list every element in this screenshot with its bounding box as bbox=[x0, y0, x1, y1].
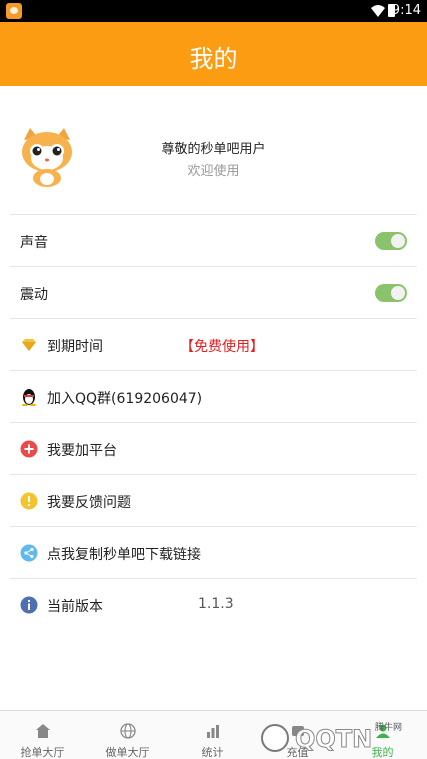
settings-menu: 声音 震动 到期时间 【免费使用】 加入QQ群(619206047) 我要加平台 bbox=[10, 214, 417, 630]
version-value: 1.1.3 bbox=[198, 596, 234, 612]
info-circle-icon bbox=[20, 596, 38, 614]
tab-label: 统计 bbox=[201, 746, 224, 759]
qq-group-label: 加入QQ群(619206047) bbox=[47, 391, 203, 407]
qq-group-row[interactable]: 加入QQ群(619206047) bbox=[10, 370, 417, 422]
vibrate-row: 震动 bbox=[10, 266, 417, 318]
bar-chart-icon bbox=[207, 725, 219, 738]
toggle-knob bbox=[391, 234, 405, 248]
expire-label: 到期时间 bbox=[47, 339, 103, 355]
page-title: 我的 bbox=[189, 45, 238, 73]
tab-do-orders[interactable]: 做单大厅 bbox=[85, 711, 170, 759]
welcome-text: 欢迎使用 bbox=[187, 164, 240, 179]
vibrate-label: 震动 bbox=[20, 287, 48, 303]
feedback-label: 我要反馈问题 bbox=[47, 495, 131, 511]
copy-link-row[interactable]: 点我复制秒单吧下载链接 bbox=[10, 526, 417, 578]
toggle-knob bbox=[391, 286, 405, 300]
tab-grab-orders[interactable]: 抢单大厅 bbox=[0, 711, 85, 759]
qq-penguin-icon bbox=[22, 389, 36, 406]
version-row[interactable]: 当前版本 1.1.3 bbox=[10, 578, 417, 630]
vibrate-toggle[interactable] bbox=[375, 284, 407, 302]
expire-value: 【免费使用】 bbox=[180, 339, 264, 355]
status-bar: 9:14 bbox=[0, 0, 427, 22]
feedback-row[interactable]: 我要反馈问题 bbox=[10, 474, 417, 526]
sound-label: 声音 bbox=[20, 235, 48, 251]
watermark-text: QQTN bbox=[295, 725, 372, 753]
add-platform-label: 我要加平台 bbox=[47, 443, 117, 459]
profile-section: 尊敬的秒单吧用户 欢迎使用 bbox=[0, 110, 427, 210]
tab-label: 抢单大厅 bbox=[20, 746, 65, 759]
question-circle-icon bbox=[20, 492, 38, 510]
app-notification-icon bbox=[6, 3, 22, 19]
tab-label: 做单大厅 bbox=[105, 746, 150, 759]
wifi-icon bbox=[371, 5, 385, 17]
status-time: 9:14 bbox=[391, 3, 421, 18]
watermark-subtext: 腾牛网 bbox=[375, 721, 402, 733]
diamond-icon bbox=[22, 339, 36, 351]
copy-link-label: 点我复制秒单吧下载链接 bbox=[47, 547, 201, 563]
tab-statistics[interactable]: 统计 bbox=[170, 711, 255, 759]
home-icon bbox=[36, 724, 50, 738]
expire-row[interactable]: 到期时间 【免费使用】 bbox=[10, 318, 417, 370]
sound-toggle[interactable] bbox=[375, 232, 407, 250]
username: 尊敬的秒单吧用户 bbox=[161, 142, 266, 157]
share-icon bbox=[20, 544, 38, 562]
qqtn-watermark: QQTN 腾牛网 bbox=[261, 721, 402, 754]
plus-circle-icon bbox=[20, 440, 38, 458]
version-label: 当前版本 bbox=[47, 599, 103, 615]
add-platform-row[interactable]: 我要加平台 bbox=[10, 422, 417, 474]
globe-icon bbox=[120, 723, 136, 739]
sound-row: 声音 bbox=[10, 214, 417, 266]
title-bar: 我的 bbox=[0, 22, 427, 86]
